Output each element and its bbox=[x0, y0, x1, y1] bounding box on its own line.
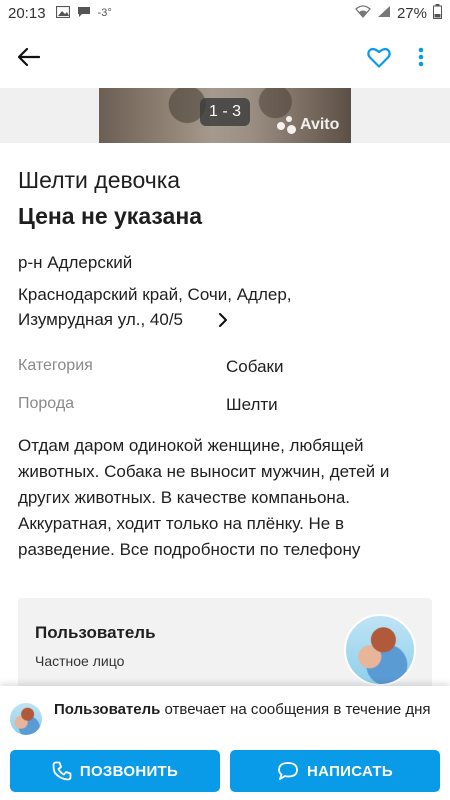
listing-title: Шелти девочка bbox=[18, 167, 181, 193]
avito-watermark: Avito bbox=[277, 116, 339, 134]
heart-icon bbox=[367, 47, 391, 68]
arrow-left-icon bbox=[18, 48, 40, 66]
signal-icon bbox=[377, 5, 391, 22]
image-icon bbox=[55, 5, 70, 22]
listing-price: Цена не указана bbox=[18, 203, 202, 229]
reply-time-text: отвечает на сообщения в течение дня bbox=[164, 701, 431, 718]
status-time: 20:13 bbox=[8, 4, 46, 22]
more-menu-button[interactable] bbox=[406, 42, 436, 72]
property-value-category: Собаки bbox=[226, 357, 284, 376]
property-value-breed: Шелти bbox=[226, 395, 278, 414]
chevron-right-icon[interactable] bbox=[215, 311, 229, 329]
call-button[interactable]: ПОЗВОНИТЬ bbox=[10, 750, 220, 792]
message-icon bbox=[77, 5, 91, 22]
seller-avatar bbox=[344, 614, 416, 686]
reply-avatar bbox=[10, 703, 42, 735]
reply-info: Пользователь отвечает на сообщения в теч… bbox=[54, 698, 434, 721]
favorite-button[interactable] bbox=[364, 42, 394, 72]
listing-address[interactable]: Краснодарский край, Сочи, Адлер, Изумруд… bbox=[18, 282, 348, 332]
listing-district: р-н Адлерский bbox=[18, 253, 133, 272]
more-vert-icon bbox=[418, 47, 424, 67]
battery-percent: 27% bbox=[396, 4, 427, 22]
seller-type: Частное лицо bbox=[35, 653, 125, 669]
avito-logo-icon bbox=[277, 116, 297, 134]
write-button-label: НАПИСАТЬ bbox=[307, 762, 393, 780]
address-line-1: Краснодарский край, Сочи, Адлер, bbox=[18, 285, 292, 304]
temperature-text: -3° bbox=[97, 7, 112, 19]
call-button-label: ПОЗВОНИТЬ bbox=[79, 762, 179, 780]
phone-icon bbox=[52, 761, 72, 781]
write-button[interactable]: НАПИСАТЬ bbox=[230, 750, 440, 792]
seller-name: Пользователь bbox=[35, 623, 156, 642]
address-line-2: Изумрудная ул., 40/5 bbox=[18, 310, 184, 329]
back-button[interactable] bbox=[14, 42, 44, 72]
reply-seller-name: Пользователь bbox=[54, 701, 161, 718]
wifi-icon bbox=[355, 4, 371, 22]
property-key-category: Категория bbox=[18, 357, 93, 374]
chat-icon bbox=[278, 762, 298, 780]
app-bar bbox=[0, 26, 450, 88]
avito-watermark-text: Avito bbox=[300, 116, 340, 133]
contact-bar: Пользователь отвечает на сообщения в теч… bbox=[0, 686, 450, 800]
property-key-breed: Порода bbox=[18, 395, 75, 412]
battery-icon bbox=[433, 3, 442, 23]
listing-description: Отдам даром одинокой женщине, любящей жи… bbox=[18, 436, 390, 559]
status-bar: 20:13 -3° 27% bbox=[0, 0, 450, 26]
photo-counter: 1 - 3 bbox=[200, 98, 250, 126]
